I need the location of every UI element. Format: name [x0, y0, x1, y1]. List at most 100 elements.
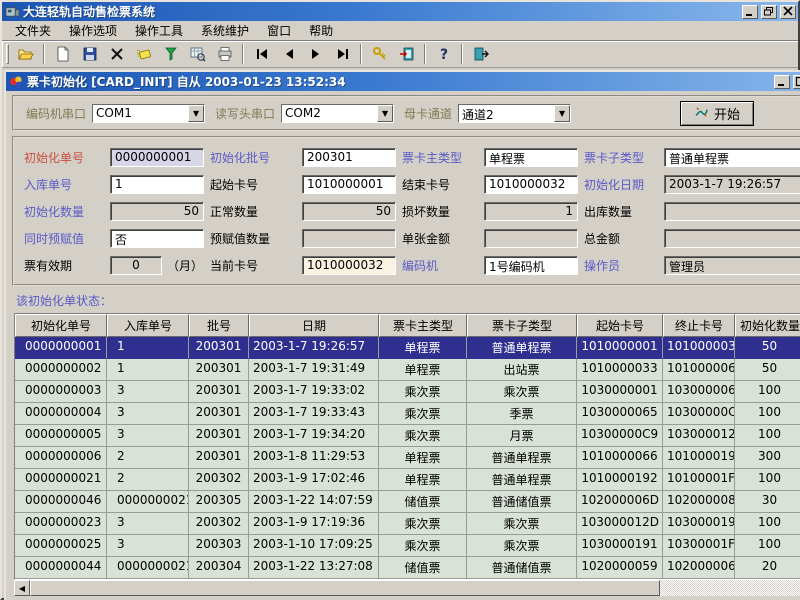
- comm-select-0[interactable]: COM1▼: [92, 104, 205, 123]
- cell: 1: [107, 337, 189, 359]
- mdi-workspace: 票卡初始化 [CARD_INIT] 自从 2003-01-23 13:52:34…: [2, 68, 798, 600]
- form-field-8[interactable]: 50: [110, 202, 204, 221]
- toolbar-save-button[interactable]: [77, 43, 102, 66]
- toolbar-open-folder-button[interactable]: [13, 43, 38, 66]
- minimize-icon[interactable]: [742, 5, 758, 19]
- cell: 1010000065: [663, 359, 735, 381]
- table-row[interactable]: 000000004600000000212003052003-1-22 14:0…: [15, 491, 800, 513]
- form-field-14[interactable]: [484, 229, 578, 248]
- toolbar-last-record-button[interactable]: [330, 43, 355, 66]
- menu-item-5[interactable]: 帮助: [300, 20, 342, 41]
- card-init-icon: [9, 74, 24, 89]
- toolbar-delete-button[interactable]: [104, 43, 129, 66]
- cell: 2003-1-7 19:33:43: [249, 403, 379, 425]
- cell: 乘次票: [379, 425, 467, 447]
- start-button[interactable]: 开始: [680, 101, 754, 126]
- maximize-icon[interactable]: [793, 75, 800, 89]
- horizontal-scroll-track[interactable]: [660, 580, 800, 596]
- column-header-4[interactable]: 票卡主类型: [379, 314, 467, 337]
- horizontal-scrollbar[interactable]: ◀ ▶: [14, 580, 800, 596]
- horizontal-scroll-thumb[interactable]: [30, 580, 660, 596]
- form-field-13[interactable]: [302, 229, 396, 248]
- cell: 0000000001: [15, 337, 107, 359]
- toolbar-prev-record-button[interactable]: [276, 43, 301, 66]
- form-cell-10: 1: [484, 202, 578, 221]
- cell: 0000000023: [15, 513, 107, 535]
- form-field-4[interactable]: 1: [110, 175, 204, 194]
- exit-door-icon: [473, 46, 489, 62]
- toolbar-login-door-button[interactable]: [394, 43, 419, 66]
- table-row[interactable]: 000000002532003032003-1-10 17:09:25乘次票乘次…: [15, 535, 800, 557]
- table-row[interactable]: 000000000332003012003-1-7 19:33:02乘次票乘次票…: [15, 381, 800, 403]
- chevron-down-icon[interactable]: ▼: [188, 105, 204, 122]
- cell: 200303: [189, 535, 249, 557]
- menu-item-1[interactable]: 操作选项: [60, 20, 126, 41]
- cell: 100: [735, 513, 800, 535]
- form-field-7[interactable]: 2003-1-7 19:26:57: [664, 175, 800, 194]
- table-row[interactable]: 000000002122003022003-1-9 17:02:46单程票普通单…: [15, 469, 800, 491]
- form-field-18[interactable]: 1号编码机: [484, 256, 578, 275]
- form-field-11[interactable]: [664, 202, 800, 221]
- cell: 1: [107, 359, 189, 381]
- download-filter-icon: [163, 46, 179, 62]
- toolbar-key-button[interactable]: [367, 43, 392, 66]
- comm-select-2[interactable]: 通道2▼: [458, 104, 571, 123]
- restore-icon[interactable]: [761, 5, 777, 19]
- toolbar-first-record-button[interactable]: [249, 43, 274, 66]
- column-header-0[interactable]: 初始化单号: [15, 314, 107, 337]
- column-header-3[interactable]: 日期: [249, 314, 379, 337]
- minimize-icon[interactable]: [774, 75, 790, 89]
- cell: 200304: [189, 557, 249, 579]
- scroll-left-icon[interactable]: ◀: [14, 580, 30, 596]
- close-icon[interactable]: [780, 5, 796, 19]
- table-row[interactable]: 000000002332003022003-1-9 17:19:36乘次票乘次票…: [15, 513, 800, 535]
- comm-settings-panel: 编码机串口COM1▼读写头串口COM2▼母卡通道通道2▼开始: [12, 95, 800, 131]
- table-row[interactable]: 000000000432003012003-1-7 19:33:43乘次票季票1…: [15, 403, 800, 425]
- cell: 30: [735, 491, 800, 513]
- column-header-1[interactable]: 入库单号: [107, 314, 189, 337]
- menu-item-0[interactable]: 文件夹: [6, 20, 60, 41]
- form-field-19[interactable]: 管理员: [664, 256, 800, 275]
- toolbar-query-table-button[interactable]: [185, 43, 210, 66]
- form-field-3[interactable]: 普通单程票: [664, 148, 800, 167]
- form-field-0[interactable]: 0000000001: [110, 148, 204, 167]
- form-field-16[interactable]: 0: [110, 256, 162, 275]
- table-row[interactable]: 000000000622003012003-1-8 11:29:53单程票普通单…: [15, 447, 800, 469]
- cell: 100: [735, 535, 800, 557]
- column-header-8[interactable]: 初始化数量: [735, 314, 800, 337]
- comm-select-1[interactable]: COM2▼: [281, 104, 394, 123]
- column-header-2[interactable]: 批号: [189, 314, 249, 337]
- form-field-10[interactable]: 1: [484, 202, 578, 221]
- toolbar-next-record-button[interactable]: [303, 43, 328, 66]
- table-row[interactable]: 000000000532003012003-1-7 19:34:20乘次票月票1…: [15, 425, 800, 447]
- toolbar-download-filter-button[interactable]: [158, 43, 183, 66]
- toolbar-write-card-button[interactable]: [131, 43, 156, 66]
- cell: 单程票: [379, 447, 467, 469]
- form-field-2[interactable]: 单程票: [484, 148, 578, 167]
- form-cell-5: 1010000001: [302, 175, 396, 194]
- form-field-6[interactable]: 1010000032: [484, 175, 578, 194]
- table-row[interactable]: 000000000212003012003-1-7 19:31:49单程票出站票…: [15, 359, 800, 381]
- form-field-1[interactable]: 200301: [302, 148, 396, 167]
- column-header-5[interactable]: 票卡子类型: [467, 314, 577, 337]
- toolbar-new-document-button[interactable]: [50, 43, 75, 66]
- toolbar-help-button[interactable]: ?: [431, 43, 456, 66]
- form-field-17[interactable]: 1010000032: [302, 256, 396, 275]
- toolbar-exit-door-button[interactable]: [468, 43, 493, 66]
- table-row[interactable]: 000000000112003012003-1-7 19:26:57单程票普通单…: [15, 337, 800, 359]
- form-field-5[interactable]: 1010000001: [302, 175, 396, 194]
- cell: 1010000032: [663, 337, 735, 359]
- menu-item-3[interactable]: 系统维护: [192, 20, 258, 41]
- menu-item-2[interactable]: 操作工具: [126, 20, 192, 41]
- table-row[interactable]: 000000004400000000212003042003-1-22 13:2…: [15, 557, 800, 579]
- form-field-9[interactable]: 50: [302, 202, 396, 221]
- form-field-12[interactable]: 否: [110, 229, 204, 248]
- form-field-15[interactable]: [664, 229, 800, 248]
- chevron-down-icon[interactable]: ▼: [377, 105, 393, 122]
- column-header-6[interactable]: 起始卡号: [577, 314, 663, 337]
- toolbar-print-button[interactable]: [212, 43, 237, 66]
- form-cell-17: 1010000032: [302, 256, 396, 275]
- menu-item-4[interactable]: 窗口: [258, 20, 300, 41]
- column-header-7[interactable]: 终止卡号: [663, 314, 735, 337]
- chevron-down-icon[interactable]: ▼: [554, 105, 570, 122]
